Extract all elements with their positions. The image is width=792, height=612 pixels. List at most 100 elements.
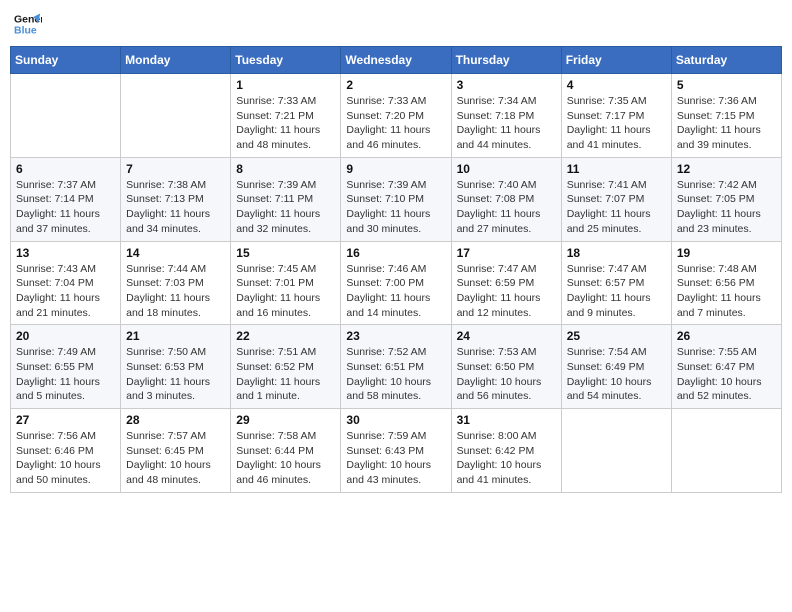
calendar-cell: 23 Sunrise: 7:52 AM Sunset: 6:51 PM Dayli…: [341, 325, 451, 409]
day-info: Sunrise: 8:00 AM Sunset: 6:42 PM Dayligh…: [457, 429, 556, 488]
day-number: 27: [16, 413, 115, 427]
calendar-table: SundayMondayTuesdayWednesdayThursdayFrid…: [10, 46, 782, 493]
day-of-week-header: Friday: [561, 47, 671, 74]
day-number: 2: [346, 78, 445, 92]
calendar-cell: [671, 409, 781, 493]
calendar-week-row: 13 Sunrise: 7:43 AM Sunset: 7:04 PM Dayli…: [11, 241, 782, 325]
calendar-cell: 24 Sunrise: 7:53 AM Sunset: 6:50 PM Dayli…: [451, 325, 561, 409]
day-number: 8: [236, 162, 335, 176]
day-number: 12: [677, 162, 776, 176]
calendar-cell: 1Sunrise: 7:33 AM Sunset: 7:21 PM Daylig…: [231, 74, 341, 158]
day-of-week-header: Monday: [121, 47, 231, 74]
calendar-cell: 18 Sunrise: 7:47 AM Sunset: 6:57 PM Dayli…: [561, 241, 671, 325]
day-info: Sunrise: 7:38 AM Sunset: 7:13 PM Dayligh…: [126, 178, 225, 237]
day-info: Sunrise: 7:40 AM Sunset: 7:08 PM Dayligh…: [457, 178, 556, 237]
calendar-cell: 21 Sunrise: 7:50 AM Sunset: 6:53 PM Dayli…: [121, 325, 231, 409]
day-of-week-header: Sunday: [11, 47, 121, 74]
day-number: 14: [126, 246, 225, 260]
day-number: 13: [16, 246, 115, 260]
calendar-cell: 7Sunrise: 7:38 AM Sunset: 7:13 PM Daylig…: [121, 157, 231, 241]
calendar-cell: 30Sunrise: 7:59 AM Sunset: 6:43 PM Dayli…: [341, 409, 451, 493]
calendar-cell: 10 Sunrise: 7:40 AM Sunset: 7:08 PM Dayli…: [451, 157, 561, 241]
calendar-cell: 13 Sunrise: 7:43 AM Sunset: 7:04 PM Dayli…: [11, 241, 121, 325]
calendar-cell: 26 Sunrise: 7:55 AM Sunset: 6:47 PM Dayli…: [671, 325, 781, 409]
day-info: Sunrise: 7:43 AM Sunset: 7:04 PM Dayligh…: [16, 262, 115, 321]
day-number: 30: [346, 413, 445, 427]
day-info: Sunrise: 7:56 AM Sunset: 6:46 PM Dayligh…: [16, 429, 115, 488]
day-info: Sunrise: 7:36 AM Sunset: 7:15 PM Dayligh…: [677, 94, 776, 153]
day-number: 31: [457, 413, 556, 427]
day-info: Sunrise: 7:47 AM Sunset: 6:57 PM Dayligh…: [567, 262, 666, 321]
day-info: Sunrise: 7:53 AM Sunset: 6:50 PM Dayligh…: [457, 345, 556, 404]
day-number: 25: [567, 329, 666, 343]
calendar-cell: 25Sunrise: 7:54 AM Sunset: 6:49 PM Dayli…: [561, 325, 671, 409]
svg-text:Blue: Blue: [14, 25, 37, 37]
day-number: 4: [567, 78, 666, 92]
day-info: Sunrise: 7:49 AM Sunset: 6:55 PM Dayligh…: [16, 345, 115, 404]
day-info: Sunrise: 7:51 AM Sunset: 6:52 PM Dayligh…: [236, 345, 335, 404]
day-number: 10: [457, 162, 556, 176]
day-info: Sunrise: 7:52 AM Sunset: 6:51 PM Dayligh…: [346, 345, 445, 404]
day-info: Sunrise: 7:39 AM Sunset: 7:11 PM Dayligh…: [236, 178, 335, 237]
calendar-cell: 9 Sunrise: 7:39 AM Sunset: 7:10 PM Daylig…: [341, 157, 451, 241]
day-info: Sunrise: 7:46 AM Sunset: 7:00 PM Dayligh…: [346, 262, 445, 321]
calendar-cell: 16 Sunrise: 7:46 AM Sunset: 7:00 PM Dayli…: [341, 241, 451, 325]
calendar-cell: 19 Sunrise: 7:48 AM Sunset: 6:56 PM Dayli…: [671, 241, 781, 325]
day-number: 26: [677, 329, 776, 343]
day-info: Sunrise: 7:57 AM Sunset: 6:45 PM Dayligh…: [126, 429, 225, 488]
calendar-week-row: 6 Sunrise: 7:37 AM Sunset: 7:14 PM Daylig…: [11, 157, 782, 241]
day-number: 6: [16, 162, 115, 176]
calendar-cell: 3 Sunrise: 7:34 AM Sunset: 7:18 PM Daylig…: [451, 74, 561, 158]
day-number: 24: [457, 329, 556, 343]
page-header: General Blue: [10, 10, 782, 38]
day-info: Sunrise: 7:34 AM Sunset: 7:18 PM Dayligh…: [457, 94, 556, 153]
calendar-cell: 27 Sunrise: 7:56 AM Sunset: 6:46 PM Dayli…: [11, 409, 121, 493]
day-info: Sunrise: 7:47 AM Sunset: 6:59 PM Dayligh…: [457, 262, 556, 321]
calendar-cell: 15 Sunrise: 7:45 AM Sunset: 7:01 PM Dayli…: [231, 241, 341, 325]
day-number: 16: [346, 246, 445, 260]
calendar-cell: [11, 74, 121, 158]
calendar-cell: [121, 74, 231, 158]
day-info: Sunrise: 7:50 AM Sunset: 6:53 PM Dayligh…: [126, 345, 225, 404]
day-number: 11: [567, 162, 666, 176]
day-info: Sunrise: 7:48 AM Sunset: 6:56 PM Dayligh…: [677, 262, 776, 321]
day-number: 15: [236, 246, 335, 260]
calendar-cell: 8 Sunrise: 7:39 AM Sunset: 7:11 PM Daylig…: [231, 157, 341, 241]
day-of-week-header: Saturday: [671, 47, 781, 74]
day-info: Sunrise: 7:39 AM Sunset: 7:10 PM Dayligh…: [346, 178, 445, 237]
calendar-cell: 2 Sunrise: 7:33 AM Sunset: 7:20 PM Daylig…: [341, 74, 451, 158]
logo-icon: General Blue: [14, 10, 42, 38]
calendar-cell: 29Sunrise: 7:58 AM Sunset: 6:44 PM Dayli…: [231, 409, 341, 493]
calendar-week-row: 20 Sunrise: 7:49 AM Sunset: 6:55 PM Dayli…: [11, 325, 782, 409]
day-info: Sunrise: 7:41 AM Sunset: 7:07 PM Dayligh…: [567, 178, 666, 237]
calendar-cell: 4 Sunrise: 7:35 AM Sunset: 7:17 PM Daylig…: [561, 74, 671, 158]
day-info: Sunrise: 7:42 AM Sunset: 7:05 PM Dayligh…: [677, 178, 776, 237]
day-number: 22: [236, 329, 335, 343]
day-number: 1: [236, 78, 335, 92]
logo: General Blue: [14, 10, 46, 38]
day-info: Sunrise: 7:44 AM Sunset: 7:03 PM Dayligh…: [126, 262, 225, 321]
calendar-week-row: 27 Sunrise: 7:56 AM Sunset: 6:46 PM Dayli…: [11, 409, 782, 493]
day-number: 23: [346, 329, 445, 343]
day-number: 9: [346, 162, 445, 176]
calendar-cell: 11 Sunrise: 7:41 AM Sunset: 7:07 PM Dayli…: [561, 157, 671, 241]
day-number: 19: [677, 246, 776, 260]
day-number: 28: [126, 413, 225, 427]
calendar-cell: 22 Sunrise: 7:51 AM Sunset: 6:52 PM Dayli…: [231, 325, 341, 409]
day-info: Sunrise: 7:55 AM Sunset: 6:47 PM Dayligh…: [677, 345, 776, 404]
calendar-cell: 28 Sunrise: 7:57 AM Sunset: 6:45 PM Dayli…: [121, 409, 231, 493]
day-info: Sunrise: 7:45 AM Sunset: 7:01 PM Dayligh…: [236, 262, 335, 321]
day-number: 18: [567, 246, 666, 260]
day-info: Sunrise: 7:37 AM Sunset: 7:14 PM Dayligh…: [16, 178, 115, 237]
day-info: Sunrise: 7:33 AM Sunset: 7:20 PM Dayligh…: [346, 94, 445, 153]
calendar-cell: 6 Sunrise: 7:37 AM Sunset: 7:14 PM Daylig…: [11, 157, 121, 241]
day-of-week-header: Thursday: [451, 47, 561, 74]
calendar-cell: 31 Sunrise: 8:00 AM Sunset: 6:42 PM Dayli…: [451, 409, 561, 493]
day-number: 21: [126, 329, 225, 343]
day-number: 3: [457, 78, 556, 92]
day-of-week-header: Wednesday: [341, 47, 451, 74]
day-info: Sunrise: 7:35 AM Sunset: 7:17 PM Dayligh…: [567, 94, 666, 153]
day-number: 5: [677, 78, 776, 92]
day-number: 20: [16, 329, 115, 343]
calendar-week-row: 1Sunrise: 7:33 AM Sunset: 7:21 PM Daylig…: [11, 74, 782, 158]
